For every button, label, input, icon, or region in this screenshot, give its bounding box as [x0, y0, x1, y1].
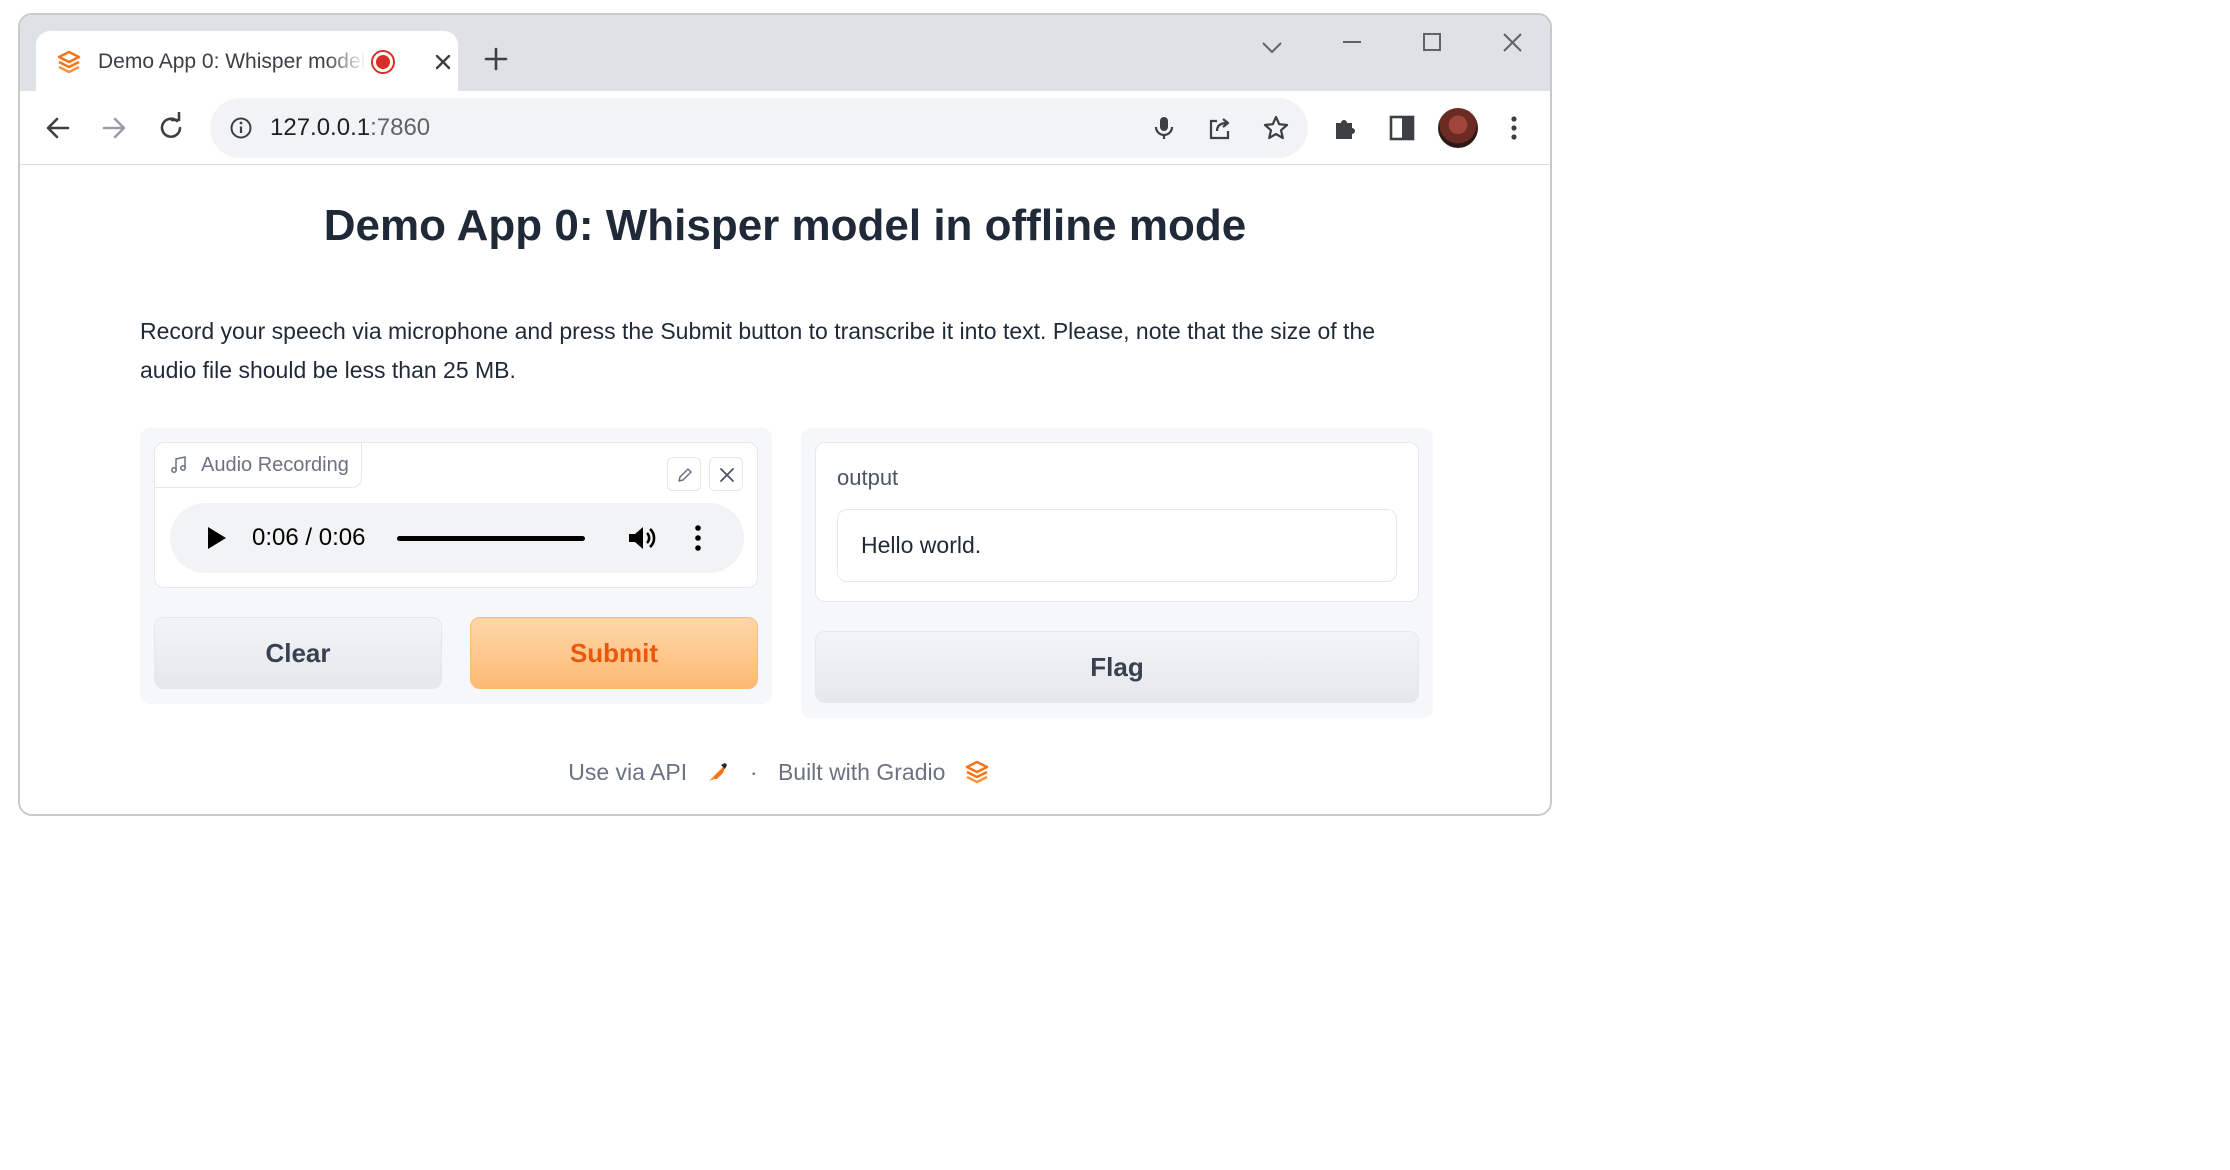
flag-button[interactable]: Flag [815, 631, 1419, 703]
menu-dots-icon[interactable] [1498, 112, 1530, 144]
tab-strip: Demo App 0: Whisper model in offline mod… [20, 15, 1550, 93]
built-with-gradio-link[interactable]: Built with Gradio [778, 756, 945, 788]
use-via-api-link[interactable]: Use via API [568, 756, 687, 788]
audio-time: 0:06 / 0:06 [252, 524, 366, 551]
tab-active[interactable]: Demo App 0: Whisper model in offline mod… [36, 31, 458, 93]
footer: Use via API · Built with Gradio [20, 754, 1550, 788]
close-window-icon[interactable] [1492, 31, 1532, 65]
more-options-icon[interactable] [686, 523, 710, 553]
clear-audio-button[interactable] [709, 457, 743, 491]
output-panel: output Hello world. Flag [801, 428, 1433, 718]
audio-label-text: Audio Recording [201, 454, 349, 476]
minimize-icon[interactable] [1332, 31, 1372, 65]
gradio-app: Demo App 0: Whisper model in offline mod… [20, 166, 1550, 814]
browser-window: Demo App 0: Whisper model in offline mod… [18, 13, 1552, 816]
input-panel: Audio Recording 0:06 / 0:06 Clear Submit [140, 428, 772, 704]
play-icon[interactable] [204, 525, 228, 551]
audio-component: Audio Recording 0:06 / 0:06 [154, 442, 758, 588]
url-text[interactable]: 127.0.0.1:7860 [270, 113, 430, 143]
audio-progress-bar[interactable] [397, 536, 585, 541]
app-description: Record your speech via microphone and pr… [140, 318, 1376, 383]
site-info-icon[interactable] [229, 116, 253, 140]
volume-icon[interactable] [626, 523, 658, 553]
submit-button[interactable]: Submit [470, 617, 758, 689]
rocket-api-icon [709, 762, 728, 781]
output-textbox[interactable]: Hello world. [837, 509, 1397, 582]
url-port: :7860 [370, 114, 431, 141]
side-panel-icon[interactable] [1386, 112, 1418, 144]
forward-arrow-icon[interactable] [98, 112, 130, 144]
page-title: Demo App 0: Whisper model in offline mod… [323, 201, 1247, 250]
tab-search-icon[interactable] [1252, 31, 1292, 65]
microphone-icon[interactable] [1150, 114, 1178, 142]
extensions-puzzle-icon[interactable] [1330, 112, 1362, 144]
tab-title: Demo App 0: Whisper model in offline mod… [98, 50, 366, 73]
new-tab-icon[interactable] [482, 45, 510, 73]
recording-indicator-icon [371, 50, 395, 74]
edit-audio-button[interactable] [667, 457, 701, 491]
footer-separator: · [749, 758, 758, 785]
url-host: 127.0.0.1 [270, 114, 371, 141]
share-icon[interactable] [1206, 114, 1234, 142]
back-arrow-icon[interactable] [42, 112, 74, 144]
clear-button[interactable]: Clear [154, 617, 442, 689]
pencil-icon [678, 468, 692, 482]
profile-avatar[interactable] [1438, 108, 1478, 148]
bookmark-star-icon[interactable] [1262, 114, 1290, 142]
address-bar[interactable]: 127.0.0.1:7860 [210, 98, 1308, 158]
output-label: output [837, 465, 899, 490]
gradio-logo-icon [57, 50, 81, 74]
reload-icon[interactable] [155, 112, 187, 144]
close-tab-icon[interactable] [431, 50, 455, 74]
close-icon [720, 468, 734, 482]
maximize-icon[interactable] [1412, 31, 1452, 65]
gradio-logo-icon [965, 760, 988, 784]
audio-player: 0:06 / 0:06 [170, 503, 744, 573]
browser-toolbar: 127.0.0.1:7860 [20, 91, 1550, 165]
audio-label: Audio Recording [154, 442, 362, 488]
music-note-icon [171, 456, 186, 473]
output-component: output Hello world. [815, 442, 1419, 602]
